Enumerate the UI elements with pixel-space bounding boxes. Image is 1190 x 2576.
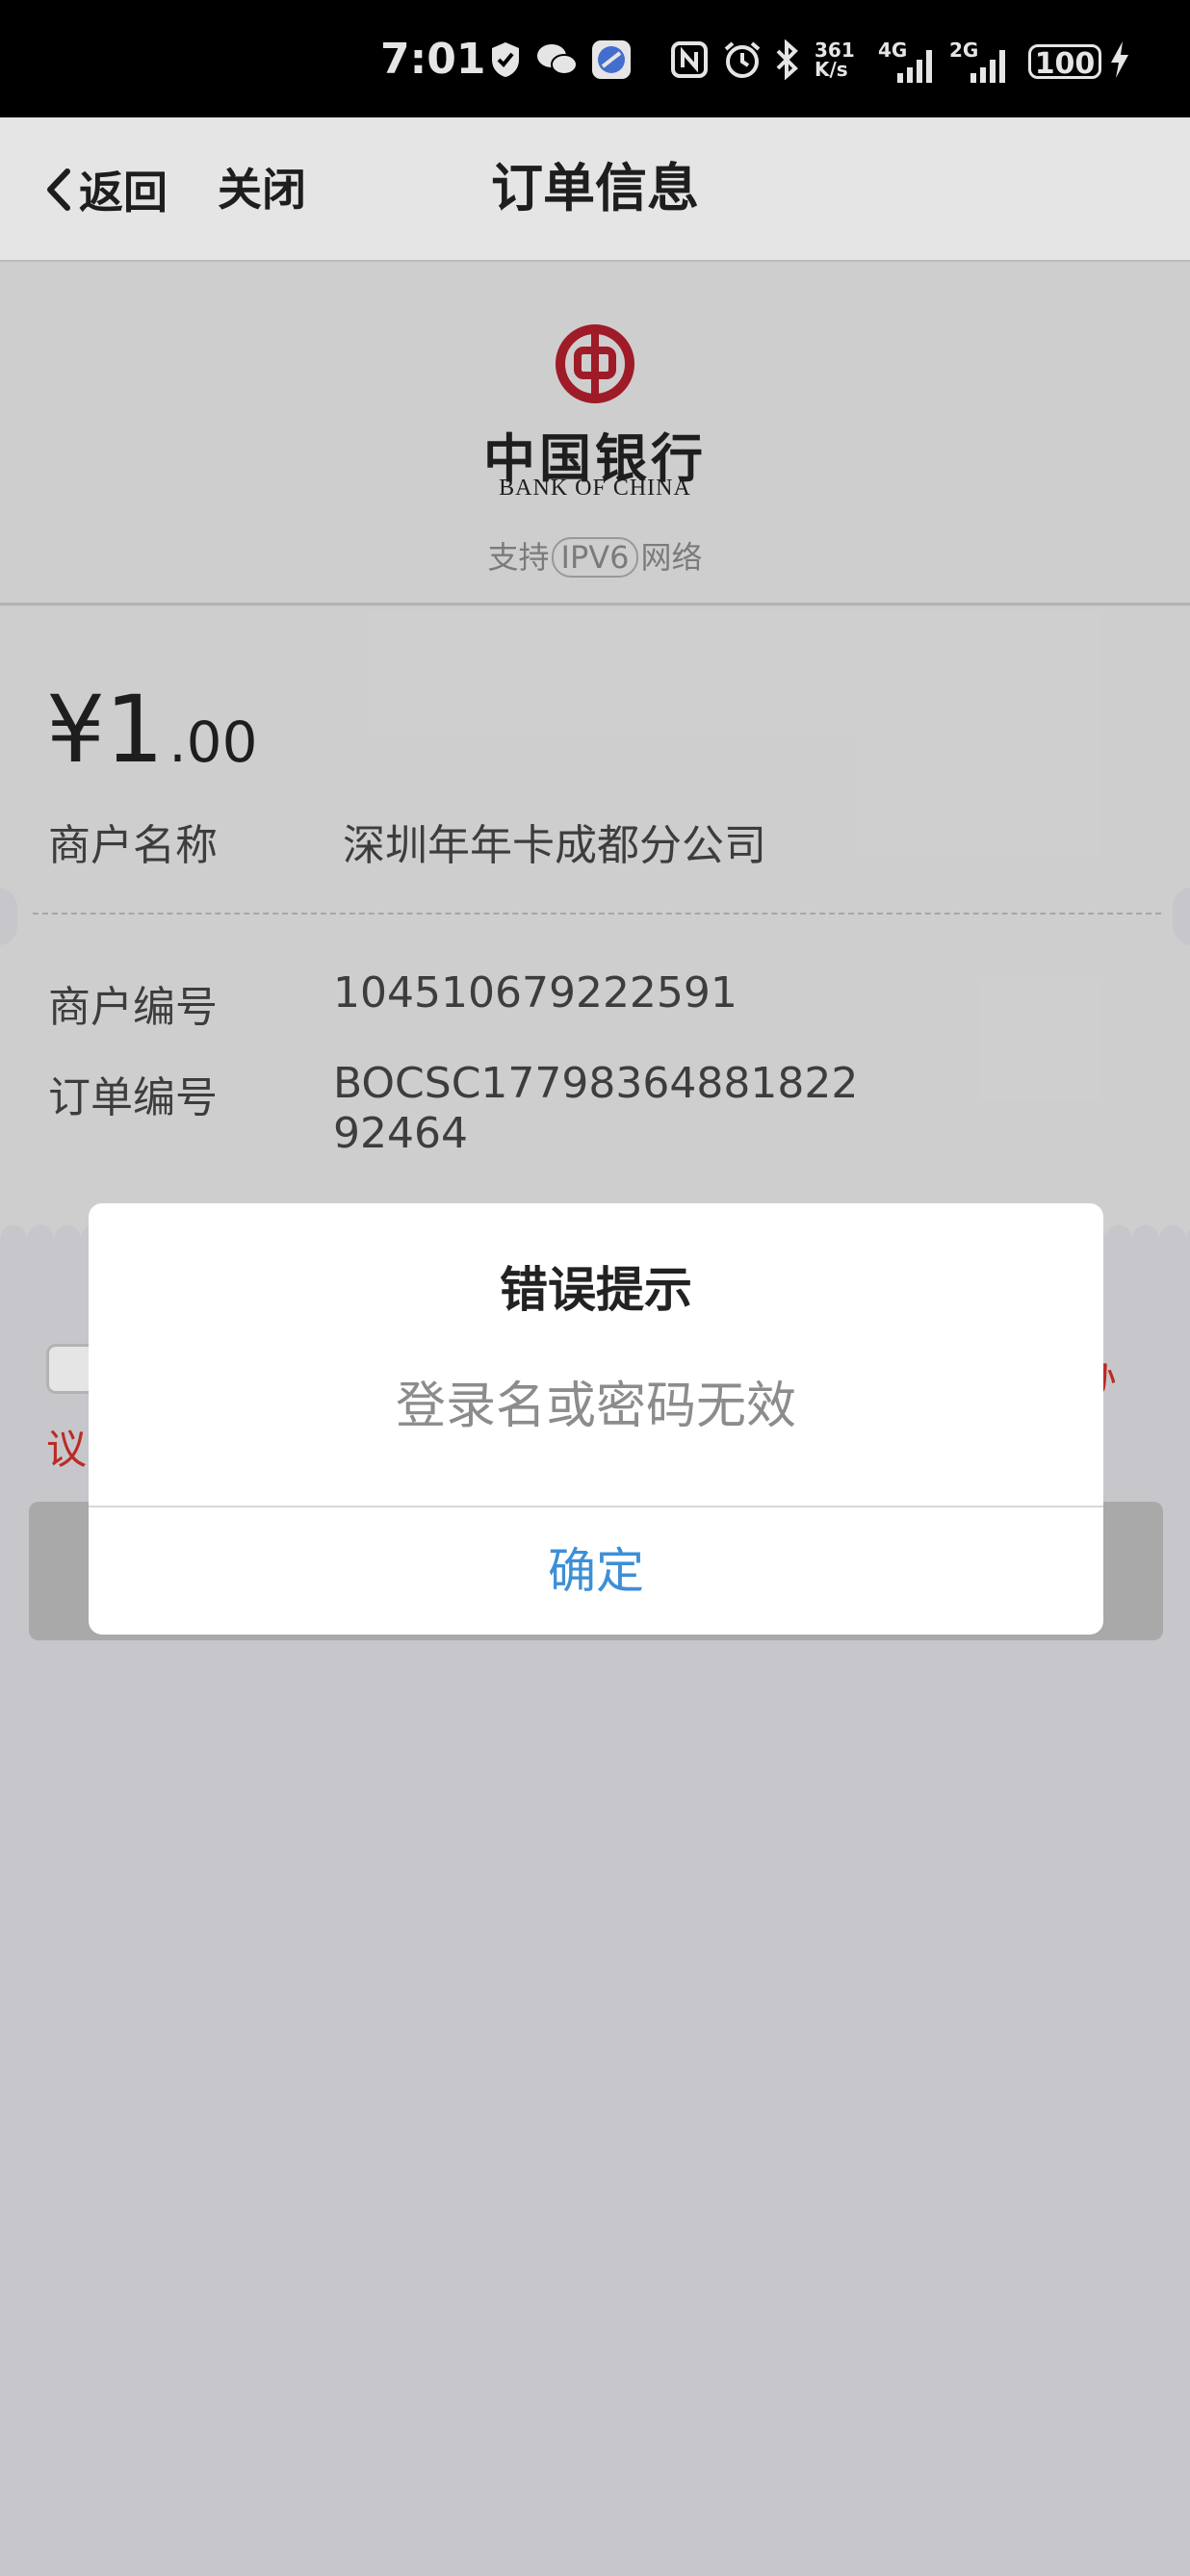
dialog-title: 错误提示 — [500, 1262, 692, 1318]
ok-button[interactable]: 确定 — [89, 1507, 1103, 1635]
error-dialog: 错误提示 登录名或密码无效 确定 — [89, 1203, 1103, 1635]
dialog-message: 登录名或密码无效 — [395, 1378, 796, 1435]
